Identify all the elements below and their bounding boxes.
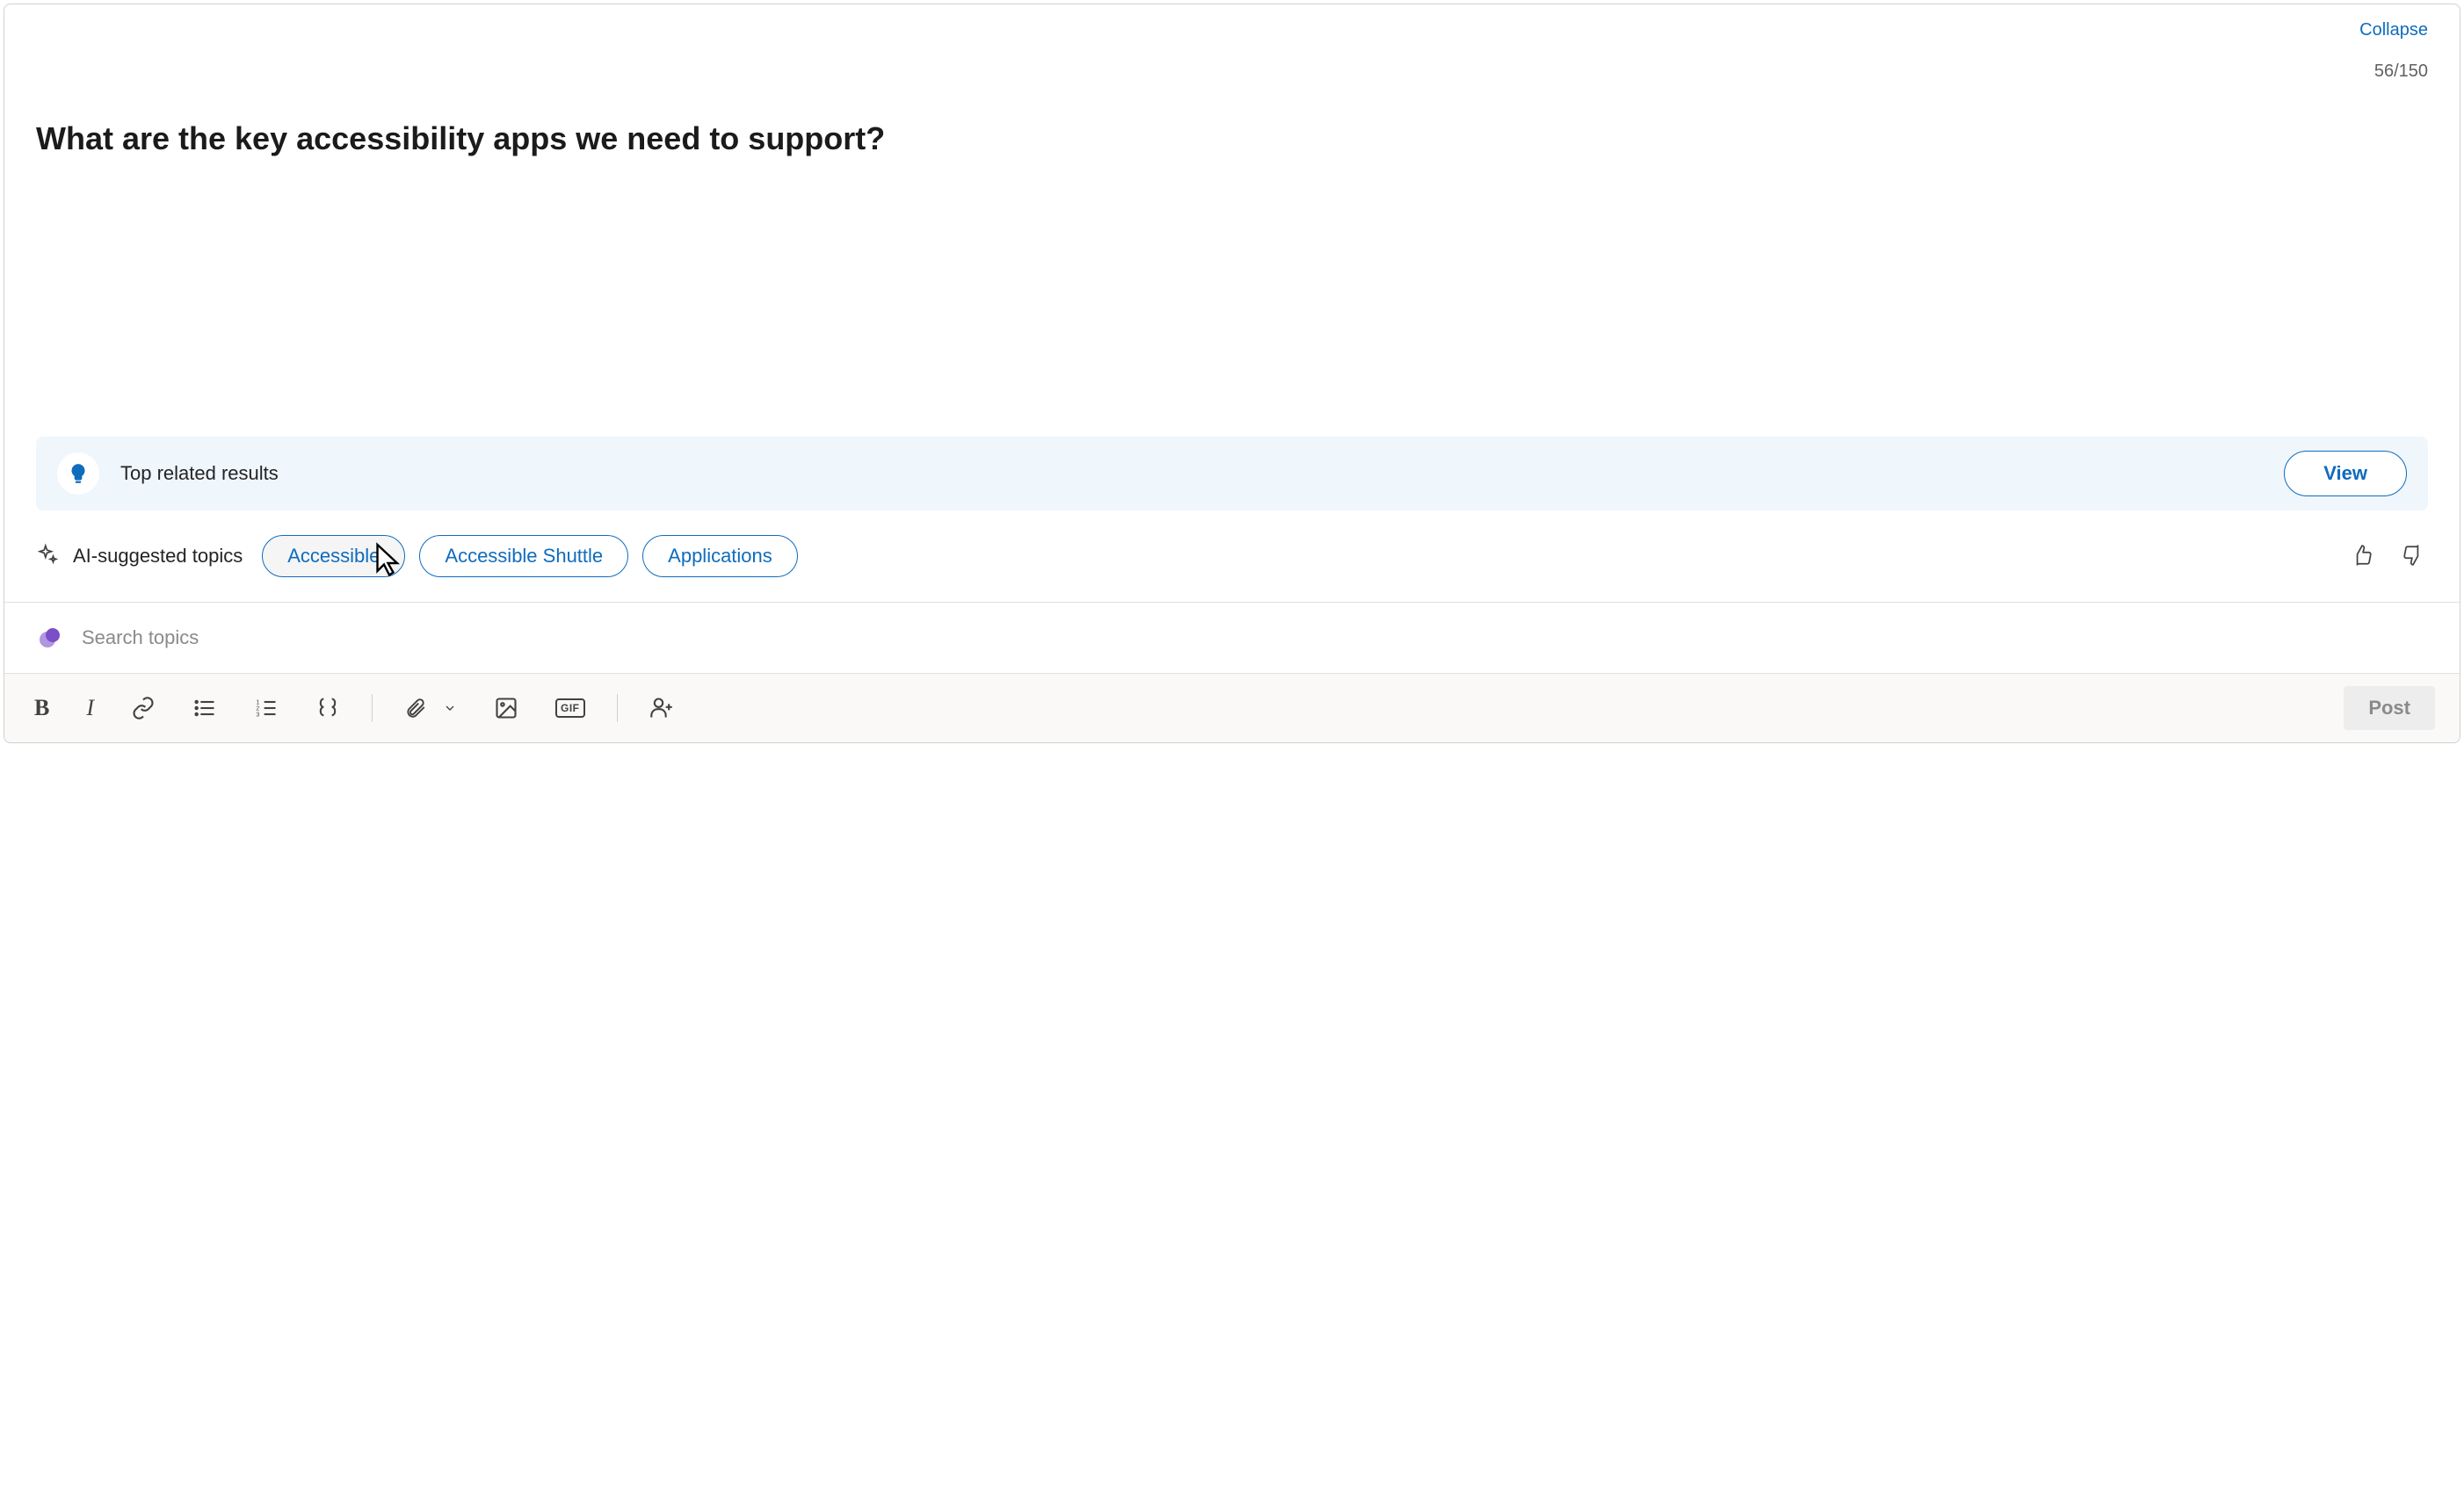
header-area: Collapse 56/150 What are the key accessi… [4, 4, 2460, 158]
image-button[interactable] [489, 691, 524, 726]
header-row: Collapse 56/150 [36, 20, 2428, 82]
related-results-label: Top related results [120, 462, 2263, 485]
italic-icon: I [86, 695, 94, 721]
gif-button[interactable]: GIF [550, 693, 591, 723]
attachment-dropdown[interactable] [438, 696, 462, 720]
sparkle-icon [36, 543, 59, 570]
people-add-icon [649, 696, 674, 720]
related-results-panel: Top related results View [36, 437, 2428, 510]
svg-text:2: 2 [256, 705, 259, 712]
bullet-list-icon [192, 696, 217, 720]
search-topics-row [4, 603, 2460, 673]
mention-people-button[interactable] [644, 691, 679, 726]
compose-window: Collapse 56/150 What are the key accessi… [4, 4, 2460, 743]
link-button[interactable] [126, 691, 161, 726]
toolbar-separator [617, 694, 618, 722]
thumbs-down-button[interactable] [2398, 540, 2428, 573]
formatting-toolbar: B I 1 2 3 [4, 673, 2460, 742]
character-counter: 56/150 [2374, 61, 2428, 82]
numbered-list-button[interactable]: 1 2 3 [249, 691, 284, 726]
code-icon [315, 696, 340, 720]
search-topics-input[interactable] [82, 626, 2428, 649]
toolbar-separator [372, 694, 373, 722]
topic-pill-applications[interactable]: Applications [642, 535, 798, 577]
link-icon [131, 696, 156, 720]
collapse-link[interactable]: Collapse [2359, 20, 2428, 40]
bold-icon: B [34, 695, 49, 721]
bullet-list-button[interactable] [187, 691, 222, 726]
question-title[interactable]: What are the key accessibility apps we n… [36, 119, 2428, 158]
code-button[interactable] [310, 691, 345, 726]
ai-suggested-row: AI-suggested topics Accessible Accessibl… [36, 535, 2428, 577]
numbered-list-icon: 1 2 3 [254, 696, 279, 720]
viva-topics-icon [36, 624, 64, 652]
topic-pill-accessible[interactable]: Accessible [262, 535, 405, 577]
post-button[interactable]: Post [2344, 686, 2435, 730]
ai-suggested-label: AI-suggested topics [73, 545, 243, 568]
view-button[interactable]: View [2284, 451, 2407, 496]
topic-pill-accessible-shuttle[interactable]: Accessible Shuttle [419, 535, 628, 577]
italic-button[interactable]: I [81, 690, 99, 727]
thumbs-up-button[interactable] [2347, 540, 2377, 573]
image-icon [494, 696, 518, 720]
gif-icon: GIF [555, 698, 585, 718]
attachment-button[interactable] [399, 691, 432, 725]
svg-text:1: 1 [256, 699, 259, 705]
thumbs-down-icon [2402, 544, 2424, 567]
lightbulb-icon [57, 452, 99, 495]
paperclip-icon [404, 697, 427, 720]
svg-text:3: 3 [256, 712, 259, 718]
bold-button[interactable]: B [29, 690, 54, 727]
feedback-group [2347, 540, 2428, 573]
thumbs-up-icon [2351, 544, 2373, 567]
chevron-down-icon [443, 701, 457, 715]
header-right: Collapse 56/150 [2359, 20, 2428, 82]
